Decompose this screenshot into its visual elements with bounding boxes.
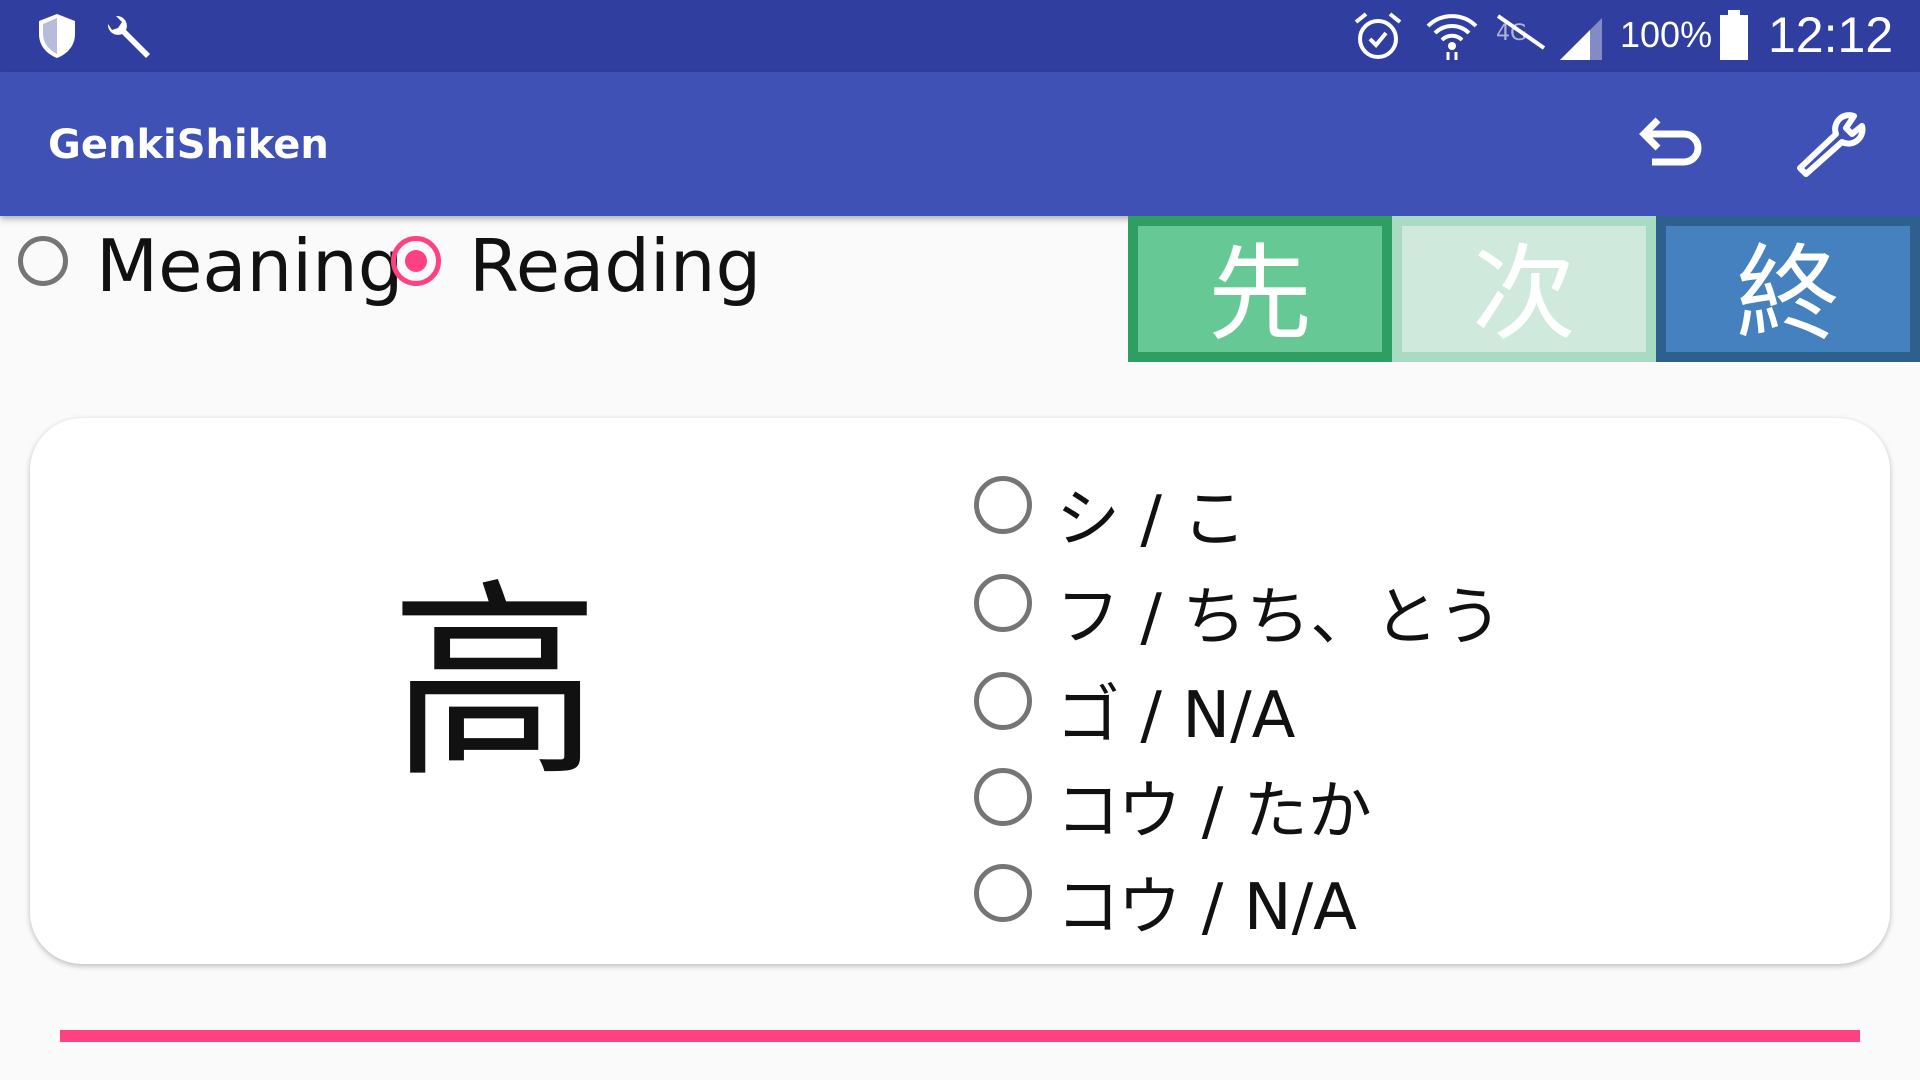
reading-radio[interactable]	[391, 236, 441, 286]
first-button[interactable]: 先	[1128, 216, 1392, 362]
shield-icon	[36, 12, 78, 64]
next-button[interactable]: 次	[1392, 216, 1656, 362]
answer-radio[interactable]	[974, 476, 1032, 534]
answer-radio[interactable]	[974, 672, 1032, 730]
settings-button[interactable]	[1790, 104, 1870, 184]
answer-label: ゴ / N/A	[1056, 679, 1296, 753]
progress-bar	[60, 1030, 1860, 1042]
answer-radio[interactable]	[974, 768, 1032, 826]
answer-choice-3[interactable]: ゴ / N/A	[974, 662, 1794, 753]
meaning-option[interactable]: Meaning	[18, 222, 404, 308]
kanji-prompt: 高	[390, 561, 601, 806]
battery-icon	[1718, 10, 1750, 64]
answer-choice-1[interactable]: シ / こ	[974, 466, 1794, 557]
wifi-icon	[1424, 8, 1480, 66]
answer-label: シ / こ	[1056, 483, 1247, 557]
answer-label: コウ / たか	[1056, 775, 1372, 849]
wrench-icon	[102, 12, 154, 68]
battery-percent: 100%	[1620, 14, 1713, 55]
answer-radio[interactable]	[974, 864, 1032, 922]
question-card: 高 シ / こ フ / ちち、とう ゴ / N/A コウ / たか コウ / N…	[30, 418, 1890, 964]
status-bar: 4G 100% 12:12	[0, 0, 1920, 72]
status-clock: 12:12	[1768, 7, 1894, 63]
wrench-icon	[1797, 112, 1866, 177]
end-button[interactable]: 終	[1656, 216, 1920, 362]
undo-icon	[1639, 117, 1702, 166]
answer-label: コウ / N/A	[1056, 871, 1357, 945]
answer-label: フ / ちち、とう	[1056, 581, 1503, 655]
alarm-icon	[1352, 10, 1404, 66]
cell-signal-icon	[1556, 14, 1606, 66]
reading-option[interactable]: Reading	[391, 222, 761, 308]
progress-fill	[60, 1030, 1860, 1042]
meaning-radio[interactable]	[18, 236, 68, 286]
answer-choice-4[interactable]: コウ / たか	[974, 758, 1794, 849]
meaning-label: Meaning	[96, 224, 404, 308]
app-title: GenkiShiken	[48, 122, 329, 168]
mobile-data-off-icon: 4G	[1494, 12, 1548, 56]
reading-label: Reading	[469, 224, 762, 308]
answer-choice-2[interactable]: フ / ちち、とう	[974, 564, 1794, 655]
answer-radio[interactable]	[974, 574, 1032, 632]
app-bar: GenkiShiken	[0, 72, 1920, 216]
answer-choice-5[interactable]: コウ / N/A	[974, 854, 1794, 945]
undo-button[interactable]	[1630, 104, 1710, 184]
